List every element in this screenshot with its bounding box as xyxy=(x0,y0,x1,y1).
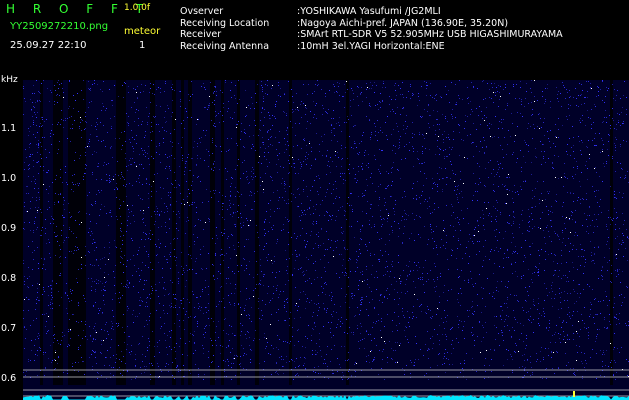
signal-gap-band xyxy=(116,80,126,385)
meteor-label: meteor xyxy=(124,26,161,37)
meteor-count: 1 xyxy=(139,40,146,51)
signal-gap-band xyxy=(181,80,184,385)
timestamp-label: 25.09.27 22:10 xyxy=(10,40,87,51)
signal-gap-band xyxy=(68,80,86,385)
signal-gap-band xyxy=(237,80,240,385)
filename-label: YY2509272210.png xyxy=(10,21,109,32)
observer-value: :YOSHIKAWA Yasufumi /JG2MLI xyxy=(297,6,441,17)
signal-gap-band xyxy=(210,80,215,385)
y-tick-label: 0.8 xyxy=(1,273,17,284)
antenna-value: :10mH 3el.YAGI Horizontal:ENE xyxy=(297,40,445,52)
signal-gap-band xyxy=(150,80,155,385)
info-values: :YOSHIKAWA Yasufumi /JG2MLI :Nagoya Aich… xyxy=(297,7,563,53)
receiver-label: Receiver xyxy=(180,29,222,40)
signal-gap-band xyxy=(346,80,349,385)
signal-gap-band xyxy=(188,80,192,385)
observer-label: Ovserver xyxy=(180,6,224,17)
signal-gap-band xyxy=(289,80,292,385)
y-tick-label: 0.9 xyxy=(1,223,17,234)
receiver-value: :SMArt RTL-SDR V5 52.905MHz USB HIGASHIM… xyxy=(297,29,563,40)
spectrogram-display xyxy=(23,80,629,400)
spectrogram-canvas xyxy=(23,80,629,400)
antenna-label: Receiving Antenna xyxy=(180,40,270,52)
version-label: 1.0.0f xyxy=(124,3,151,13)
y-tick-label: 0.7 xyxy=(1,323,17,334)
info-labels: Ovserver Receiving Location Receiver Rec… xyxy=(180,7,269,53)
y-tick-label: 0.6 xyxy=(1,373,17,384)
y-axis-unit: kHz xyxy=(1,75,18,85)
meteor-marker xyxy=(573,391,575,397)
y-tick-label: 1.0 xyxy=(1,173,17,184)
y-tick-label: 1.1 xyxy=(1,123,17,134)
signal-gap-band xyxy=(172,80,176,385)
